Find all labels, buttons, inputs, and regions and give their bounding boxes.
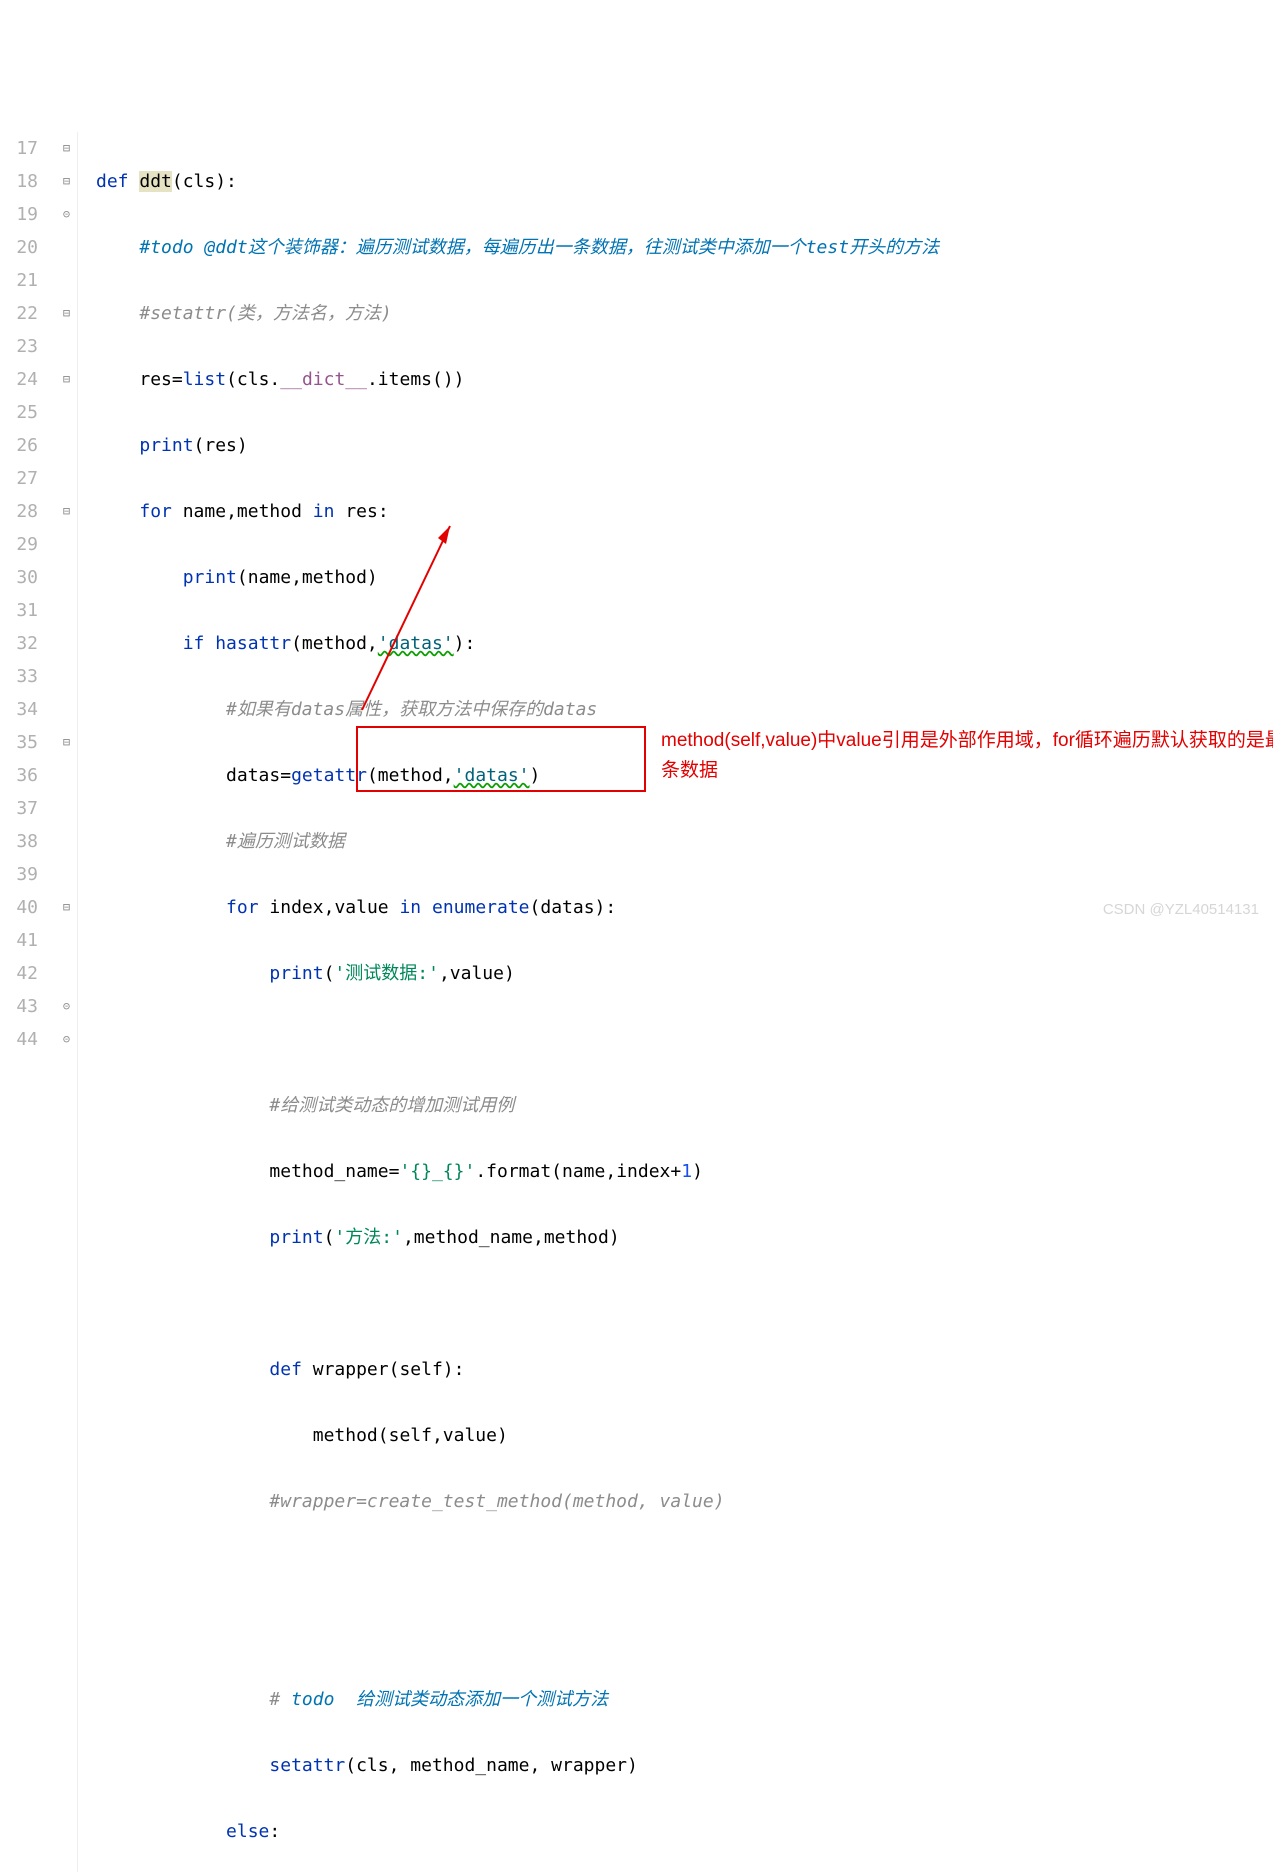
line-number: 38	[0, 825, 38, 858]
fold-marker[interactable]: ⊟	[56, 726, 77, 759]
line-number: 35	[0, 726, 38, 759]
code-editor[interactable]: 1718192021222324252627282930313233343536…	[0, 132, 1273, 1872]
fold-marker[interactable]	[56, 957, 77, 990]
fold-marker[interactable]	[56, 330, 77, 363]
code-line[interactable]	[96, 1551, 1273, 1584]
comment: 给测试类动态添加一个测试方法	[345, 1689, 608, 1710]
line-number: 41	[0, 924, 38, 957]
code-line[interactable]: else:	[96, 1815, 1273, 1848]
fold-marker[interactable]	[56, 924, 77, 957]
code-line[interactable]: res=list(cls.__dict__.items())	[96, 363, 1273, 396]
code-line[interactable]: method_name='{}_{}'.format(name,index+1)	[96, 1155, 1273, 1188]
code-line[interactable]: #wrapper=create_test_method(method, valu…	[96, 1485, 1273, 1518]
fold-marker[interactable]: ⊟	[56, 132, 77, 165]
line-number: 26	[0, 429, 38, 462]
code-line[interactable]: for index,value in enumerate(datas):	[96, 891, 1273, 924]
line-number-gutter: 1718192021222324252627282930313233343536…	[0, 132, 56, 1872]
line-number: 31	[0, 594, 38, 627]
fold-marker[interactable]: ⊟	[56, 891, 77, 924]
fold-marker[interactable]	[56, 528, 77, 561]
code-line[interactable]: method(self,value)	[96, 1419, 1273, 1452]
line-number: 23	[0, 330, 38, 363]
code-line[interactable]: # todo 给测试类动态添加一个测试方法	[96, 1683, 1273, 1716]
comment: #遍历测试数据	[226, 831, 345, 852]
code-line[interactable]: def wrapper(self):	[96, 1353, 1273, 1386]
fold-marker[interactable]: ⊟	[56, 363, 77, 396]
fold-marker[interactable]	[56, 462, 77, 495]
code-line[interactable]: print(name,method)	[96, 561, 1273, 594]
fold-marker[interactable]: ⊝	[56, 1023, 77, 1056]
fold-marker[interactable]	[56, 858, 77, 891]
line-number: 27	[0, 462, 38, 495]
func-name: ddt	[139, 171, 172, 192]
line-number: 29	[0, 528, 38, 561]
line-number: 25	[0, 396, 38, 429]
line-number: 42	[0, 957, 38, 990]
code-line[interactable]: #setattr(类，方法名，方法)	[96, 297, 1273, 330]
fold-marker[interactable]	[56, 759, 77, 792]
line-number: 39	[0, 858, 38, 891]
line-number: 22	[0, 297, 38, 330]
fold-marker[interactable]: ⊝	[56, 990, 77, 1023]
line-number: 18	[0, 165, 38, 198]
code-line[interactable]: print('方法:',method_name,method)	[96, 1221, 1273, 1254]
fold-marker[interactable]: ⊟	[56, 165, 77, 198]
line-number: 44	[0, 1023, 38, 1056]
code-line[interactable]: for name,method in res:	[96, 495, 1273, 528]
watermark: CSDN @YZL40514131	[1103, 893, 1259, 926]
code-line[interactable]: if hasattr(method,'datas'):	[96, 627, 1273, 660]
line-number: 33	[0, 660, 38, 693]
comment: #todo @ddt这个装饰器：遍历测试数据，每遍历出一条数据，往测试类中添加一…	[139, 237, 939, 258]
fold-marker[interactable]	[56, 693, 77, 726]
line-number: 28	[0, 495, 38, 528]
line-number: 36	[0, 759, 38, 792]
fold-marker[interactable]	[56, 792, 77, 825]
line-number: 40	[0, 891, 38, 924]
code-line[interactable]: #todo @ddt这个装饰器：遍历测试数据，每遍历出一条数据，往测试类中添加一…	[96, 231, 1273, 264]
code-line[interactable]: print(res)	[96, 429, 1273, 462]
annotation-text: method(self,value)中value引用是外部作用域，for循环遍历…	[661, 726, 1273, 786]
line-number: 37	[0, 792, 38, 825]
keyword-def: def	[96, 171, 139, 192]
code-line[interactable]: #遍历测试数据	[96, 825, 1273, 858]
fold-marker[interactable]	[56, 429, 77, 462]
fold-marker[interactable]	[56, 264, 77, 297]
fold-marker[interactable]: ⊝	[56, 198, 77, 231]
line-number: 30	[0, 561, 38, 594]
comment: #给测试类动态的增加测试用例	[269, 1095, 514, 1116]
code-line[interactable]: #如果有datas属性，获取方法中保存的datas	[96, 693, 1273, 726]
line-number: 43	[0, 990, 38, 1023]
fold-marker[interactable]: ⊟	[56, 495, 77, 528]
line-number: 32	[0, 627, 38, 660]
fold-marker[interactable]	[56, 396, 77, 429]
code-line[interactable]	[96, 1617, 1273, 1650]
code-area[interactable]: def ddt(cls): #todo @ddt这个装饰器：遍历测试数据，每遍历…	[78, 132, 1273, 1872]
fold-marker[interactable]	[56, 660, 77, 693]
line-number: 19	[0, 198, 38, 231]
line-number: 24	[0, 363, 38, 396]
fold-marker[interactable]	[56, 594, 77, 627]
code-line[interactable]	[96, 1287, 1273, 1320]
code-line[interactable]: def ddt(cls):	[96, 165, 1273, 198]
fold-marker[interactable]	[56, 825, 77, 858]
code-line[interactable]: #给测试类动态的增加测试用例	[96, 1089, 1273, 1122]
line-number: 17	[0, 132, 38, 165]
line-number: 20	[0, 231, 38, 264]
comment: #如果有datas属性，获取方法中保存的datas	[226, 699, 597, 720]
code-line[interactable]	[96, 1023, 1273, 1056]
annotation-arrow-icon	[342, 520, 462, 720]
fold-gutter[interactable]: ⊟⊟⊝⊟⊟⊟⊟⊟⊝⊝	[56, 132, 78, 1872]
line-number: 21	[0, 264, 38, 297]
comment: #setattr(类，方法名，方法)	[139, 303, 391, 324]
code-line[interactable]: setattr(cls, method_name, wrapper)	[96, 1749, 1273, 1782]
comment: #wrapper=create_test_method(method, valu…	[269, 1491, 724, 1512]
fold-marker[interactable]	[56, 561, 77, 594]
line-number: 34	[0, 693, 38, 726]
fold-marker[interactable]	[56, 627, 77, 660]
fold-marker[interactable]: ⊟	[56, 297, 77, 330]
code-line[interactable]: print('测试数据:',value)	[96, 957, 1273, 990]
fold-marker[interactable]	[56, 231, 77, 264]
